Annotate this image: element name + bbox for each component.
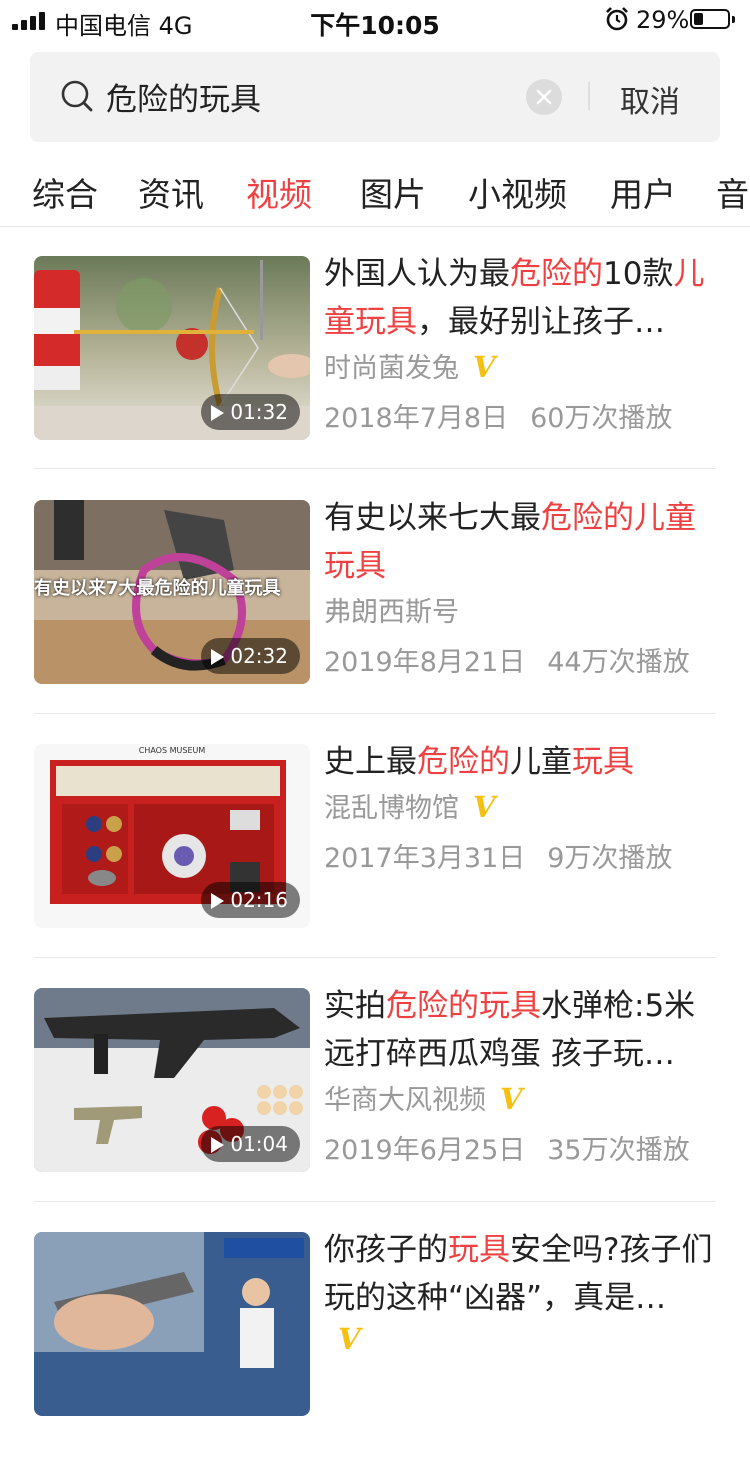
tab-news[interactable]: 资讯 (138, 168, 204, 216)
play-icon (211, 1137, 225, 1153)
video-plays: 44万次播放 (547, 647, 690, 678)
video-meta: 2018年7月8日 60万次播放 (324, 396, 672, 435)
video-plays: 60万次播放 (530, 403, 673, 434)
video-date: 2017年3月31日 (324, 843, 526, 874)
search-category-tabs: 综合 资讯 视频 图片 小视频 用户 音 (0, 162, 750, 227)
video-date: 2019年8月21日 (324, 647, 526, 678)
list-divider (34, 1201, 716, 1202)
thumbnail-caption: CHAOS MUSEUM (138, 746, 206, 755)
search-icon (61, 80, 93, 112)
tab-music[interactable]: 音 (716, 168, 749, 216)
video-title[interactable]: 你孩子的玩具安全吗?孩子们玩的这种“凶器”，真是… (324, 1226, 724, 1322)
battery-percent: 29% (636, 6, 690, 34)
video-thumbnail[interactable]: 有史以来7大最危险的儿童玩具 02:32 (34, 500, 310, 684)
tab-images[interactable]: 图片 (360, 168, 426, 216)
video-duration: 02:16 (201, 882, 300, 918)
video-thumbnail[interactable] (34, 1232, 310, 1416)
video-thumbnail[interactable]: CHAOS MUSEUM 02:16 (34, 744, 310, 928)
video-author[interactable]: 混乱博物馆 V (324, 786, 496, 825)
video-plays: 35万次播放 (547, 1135, 690, 1166)
video-meta: 2017年3月31日 9万次播放 (324, 836, 672, 875)
video-author[interactable]: 弗朗西斯号 (324, 590, 459, 629)
video-duration: 02:32 (201, 638, 300, 674)
list-divider (34, 957, 716, 958)
video-item[interactable]: 01:04 实拍危险的玩具水弹枪:5米远打碎西瓜鸡蛋 孩子玩… 华商大风视频 V … (34, 988, 716, 1232)
video-author[interactable]: 时尚菌发兔 V (324, 346, 496, 385)
tab-all[interactable]: 综合 (32, 168, 98, 216)
video-meta: 2019年6月25日 35万次播放 (324, 1128, 690, 1167)
video-title[interactable]: 实拍危险的玩具水弹枪:5米远打碎西瓜鸡蛋 孩子玩… (324, 982, 724, 1078)
search-bar[interactable]: 危险的玩具 取消 (30, 52, 720, 142)
verified-icon: V (500, 1082, 523, 1116)
video-title[interactable]: 外国人认为最危险的10款儿童玩具，最好别让孩子… (324, 250, 724, 346)
status-bar: 中国电信 4G 下午10:05 29% (0, 0, 750, 42)
tab-video[interactable]: 视频 (246, 168, 312, 216)
play-icon (211, 405, 225, 421)
video-thumbnail[interactable]: 01:04 (34, 988, 310, 1172)
video-title[interactable]: 有史以来七大最危险的儿童玩具 (324, 494, 724, 590)
video-author[interactable]: 华商大风视频 V (324, 1078, 523, 1117)
cancel-button[interactable]: 取消 (620, 77, 680, 121)
video-item[interactable]: CHAOS MUSEUM 02:16 史上最危险的儿童玩具 混乱博物馆 V 201… (34, 744, 716, 988)
verified-icon: V (338, 1322, 361, 1356)
clear-icon[interactable] (526, 79, 562, 115)
search-divider (588, 82, 590, 110)
video-date: 2019年6月25日 (324, 1135, 526, 1166)
video-item[interactable]: 有史以来7大最危险的儿童玩具 02:32 有史以来七大最危险的儿童玩具 弗朗西斯… (34, 500, 716, 744)
search-input[interactable]: 危险的玩具 (106, 74, 261, 119)
battery-icon (690, 9, 735, 29)
video-date: 2018年7月8日 (324, 403, 509, 434)
video-item[interactable]: 01:32 外国人认为最危险的10款儿童玩具，最好别让孩子… 时尚菌发兔 V 20… (34, 256, 716, 500)
verified-icon: V (473, 790, 496, 824)
video-duration: 01:32 (201, 394, 300, 430)
video-duration: 01:04 (201, 1126, 300, 1162)
video-plays: 9万次播放 (547, 843, 673, 874)
tab-users[interactable]: 用户 (610, 168, 676, 216)
alarm-icon (606, 7, 628, 31)
list-divider (34, 468, 716, 469)
verified-icon: V (473, 350, 496, 384)
video-author[interactable]: V (324, 1322, 361, 1356)
list-divider (34, 713, 716, 714)
video-item[interactable]: 你孩子的玩具安全吗?孩子们玩的这种“凶器”，真是… V (34, 1232, 716, 1476)
play-icon (211, 893, 225, 909)
video-title[interactable]: 史上最危险的儿童玩具 (324, 738, 724, 786)
video-meta: 2019年8月21日 44万次播放 (324, 640, 690, 679)
thumbnail-caption: 有史以来7大最危险的儿童玩具 (34, 578, 281, 599)
video-thumbnail[interactable]: 01:32 (34, 256, 310, 440)
play-icon (211, 649, 225, 665)
tab-short-video[interactable]: 小视频 (468, 168, 567, 216)
